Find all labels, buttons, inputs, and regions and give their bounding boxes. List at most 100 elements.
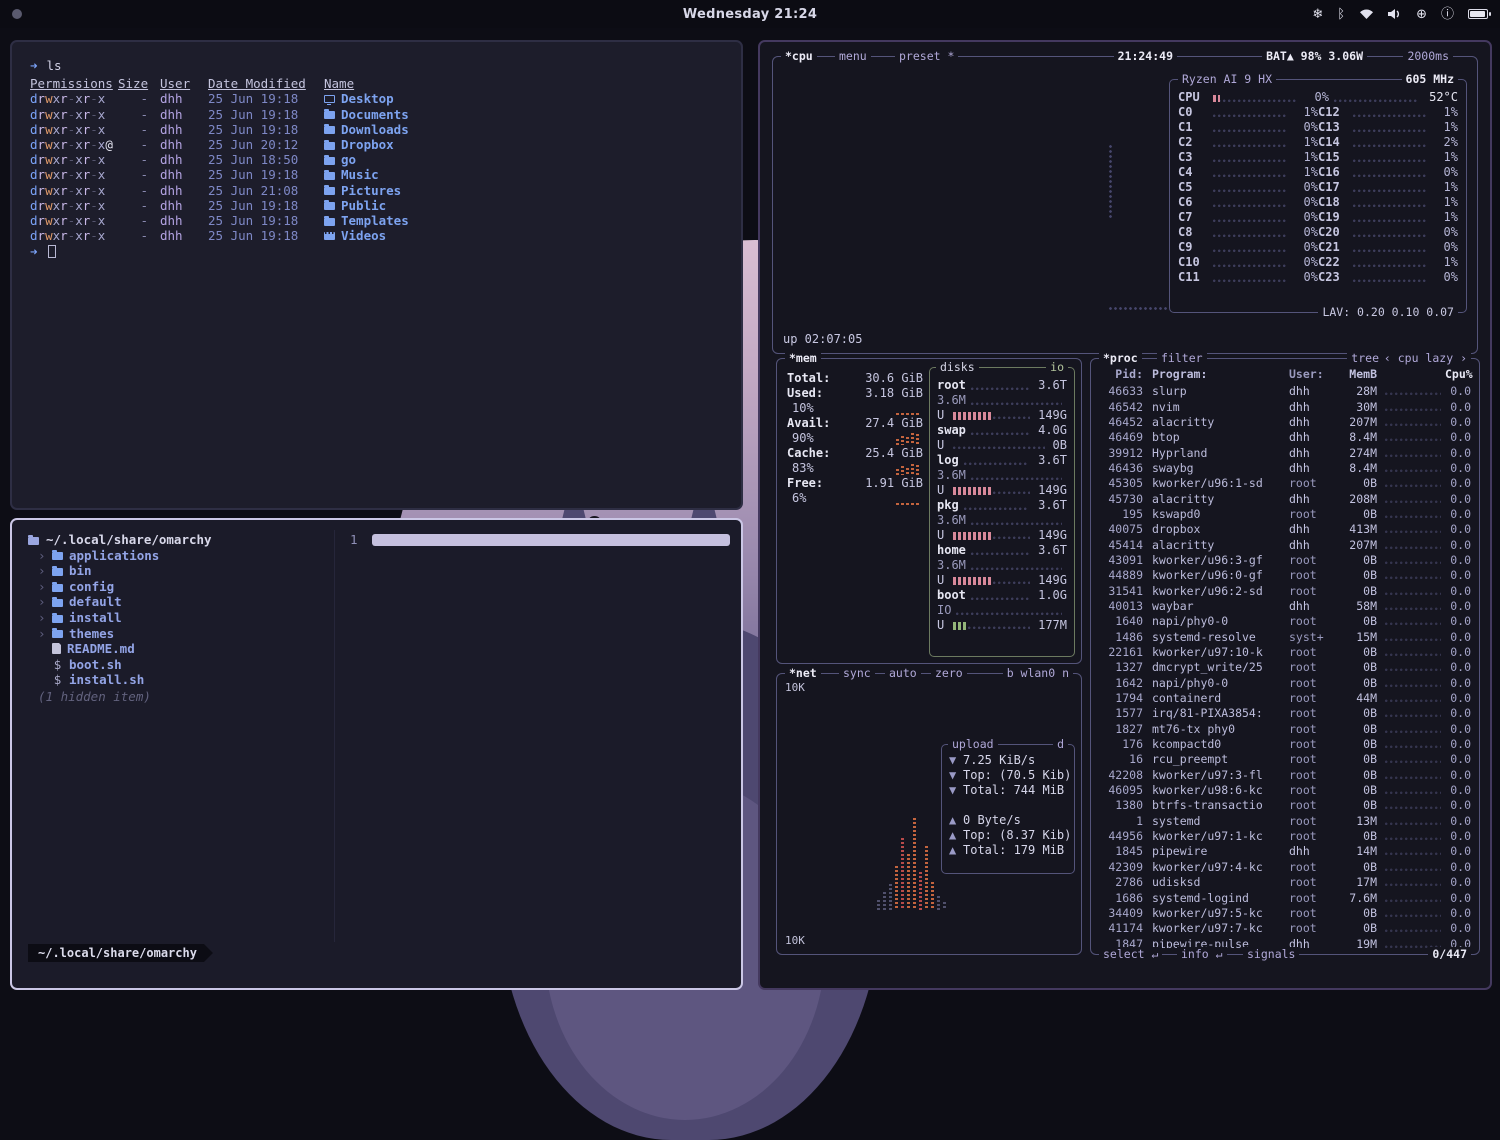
proc-row[interactable]: 46469btopdhh8.4M0.0 xyxy=(1099,430,1471,445)
proc-row[interactable]: 46542nvimdhh30M0.0 xyxy=(1099,399,1471,414)
tree-item-config[interactable]: ›config xyxy=(28,579,328,595)
proc-row[interactable]: 41174kworker/u97:7-kcroot0B0.0 xyxy=(1099,921,1471,936)
disk-io-row: IO xyxy=(937,603,1067,618)
mem-panel-title[interactable]: *mem xyxy=(785,351,821,366)
volume-icon[interactable] xyxy=(1388,8,1402,20)
net-sync-button[interactable]: sync xyxy=(839,666,875,681)
proc-header-mem[interactable]: MemB xyxy=(1335,367,1377,382)
net-panel-title[interactable]: *net xyxy=(785,666,821,681)
file-manager-window[interactable]: ~/.local/share/omarchy ›applications›bin… xyxy=(10,518,743,990)
proc-row[interactable]: 40013waybardhh58M0.0 xyxy=(1099,599,1471,614)
select-button[interactable]: select ↵ xyxy=(1099,947,1162,962)
btop-window[interactable]: *cpu menu preset * 21:24:49 BAT▲ 98% 3.0… xyxy=(758,40,1492,990)
proc-header-cpu[interactable]: Cpu% xyxy=(1445,367,1471,382)
globe-icon[interactable]: ⊕ xyxy=(1416,8,1427,21)
ls-header-user: User xyxy=(160,76,198,91)
info-button[interactable]: info ↵ xyxy=(1177,947,1227,962)
proc-header-pid[interactable]: Pid: xyxy=(1099,367,1143,382)
proc-row[interactable]: 195kswapd0root0B0.0 xyxy=(1099,507,1471,522)
tree-item-default[interactable]: ›default xyxy=(28,594,328,610)
proc-row[interactable]: 45305kworker/u96:1-sdroot0B0.0 xyxy=(1099,476,1471,491)
cpu-panel: *cpu menu preset * 21:24:49 BAT▲ 98% 3.0… xyxy=(772,56,1478,354)
tree-item-README.md[interactable]: README.md xyxy=(28,641,328,657)
proc-row[interactable]: 16rcu_preemptroot0B0.0 xyxy=(1099,752,1471,767)
proc-row[interactable]: 44956kworker/u97:1-kcroot0B0.0 xyxy=(1099,829,1471,844)
proc-row[interactable]: 46436swaybgdhh8.4M0.0 xyxy=(1099,461,1471,476)
tree-item-install[interactable]: ›install xyxy=(28,610,328,626)
proc-row[interactable]: 44889kworker/u96:0-gfroot0B0.0 xyxy=(1099,568,1471,583)
proc-row[interactable]: 1845pipewiredhh14M0.0 xyxy=(1099,844,1471,859)
proc-header-user[interactable]: User: xyxy=(1289,367,1335,382)
bluetooth-icon[interactable]: ᛒ xyxy=(1337,8,1345,21)
battery-icon[interactable] xyxy=(1468,9,1488,19)
cpu-core-list: C01%C121%C10%C131%C21%C142%C31%C151%C41%… xyxy=(1178,105,1458,285)
shell-prompt-icon: ➜ xyxy=(30,58,38,73)
tree-item-applications[interactable]: ›applications xyxy=(28,548,328,564)
proc-row[interactable]: 46633slurpdhh28M0.0 xyxy=(1099,384,1471,399)
proc-row[interactable]: 1systemdroot13M0.0 xyxy=(1099,814,1471,829)
info-icon[interactable]: ⓘ xyxy=(1441,8,1454,21)
proc-row[interactable]: 46095kworker/u98:6-kcroot0B0.0 xyxy=(1099,783,1471,798)
proc-row[interactable]: 40075dropboxdhh413M0.0 xyxy=(1099,522,1471,537)
mem-stat-meter: 90% xyxy=(787,431,923,446)
proc-row[interactable]: 31541kworker/u96:2-sdroot0B0.0 xyxy=(1099,583,1471,598)
proc-row[interactable]: 42309kworker/u97:4-kcroot0B0.0 xyxy=(1099,860,1471,875)
proc-row[interactable]: 43091kworker/u96:3-gfroot0B0.0 xyxy=(1099,553,1471,568)
proc-row[interactable]: 1642napi/phy0-0root0B0.0 xyxy=(1099,676,1471,691)
proc-row[interactable]: 1486systemd-resolvesyst+15M0.0 xyxy=(1099,630,1471,645)
tree-item-bin[interactable]: ›bin xyxy=(28,563,328,579)
disk-name-row: root3.6T xyxy=(937,378,1067,393)
disks-label[interactable]: disks xyxy=(936,360,979,375)
proc-row[interactable]: 1686systemd-logindroot7.6M0.0 xyxy=(1099,890,1471,905)
proc-row[interactable]: 46452alacrittydhh207M0.0 xyxy=(1099,415,1471,430)
proc-row[interactable]: 45414alacrittydhh207M0.0 xyxy=(1099,537,1471,552)
proc-panel-title[interactable]: *proc xyxy=(1099,351,1142,366)
proc-row[interactable]: 2786udisksdroot17M0.0 xyxy=(1099,875,1471,890)
sort-selector[interactable]: ‹ cpu lazy › xyxy=(1380,351,1471,366)
net-interface[interactable]: b wlan0 n xyxy=(1003,666,1073,681)
proc-row[interactable]: 34409kworker/u97:5-kcroot0B0.0 xyxy=(1099,906,1471,921)
ls-row: drwxr-xr-x-dhh25 Jun 21:08Pictures xyxy=(30,183,723,198)
snowflake-icon[interactable]: ❄ xyxy=(1312,8,1323,21)
net-zero-button[interactable]: zero xyxy=(931,666,967,681)
proc-row[interactable]: 176kcompactd0root0B0.0 xyxy=(1099,737,1471,752)
proc-row[interactable]: 1327dmcrypt_write/25root0B0.0 xyxy=(1099,660,1471,675)
io-label[interactable]: io xyxy=(1046,360,1068,375)
mem-stat: Total:30.6 GiB xyxy=(787,371,923,386)
filter-button[interactable]: filter xyxy=(1157,351,1207,366)
shell-prompt-icon: ➜ xyxy=(30,244,38,259)
tree-item-themes[interactable]: ›themes xyxy=(28,626,328,642)
status-tray: ❄ ᛒ ⊕ ⓘ xyxy=(1312,0,1488,28)
preset-button[interactable]: preset * xyxy=(895,49,958,64)
terminal-window-ls[interactable]: ➜ ls Permissions Size User Date Modified… xyxy=(10,40,743,510)
menu-button[interactable]: menu xyxy=(835,49,871,64)
proc-row[interactable]: 22161kworker/u97:10-kroot0B0.0 xyxy=(1099,645,1471,660)
proc-row[interactable]: 1640napi/phy0-0root0B0.0 xyxy=(1099,614,1471,629)
cpu-panel-title[interactable]: *cpu xyxy=(781,49,817,64)
tree-button[interactable]: tree xyxy=(1347,351,1383,366)
cpu-total-pct: 0% xyxy=(1303,90,1329,105)
text-cursor[interactable] xyxy=(48,245,56,258)
proc-row[interactable]: 45730alacrittydhh208M0.0 xyxy=(1099,491,1471,506)
markdown-file-icon xyxy=(52,643,61,654)
proc-row[interactable]: 42208kworker/u97:3-flroot0B0.0 xyxy=(1099,768,1471,783)
core-row: C50%C171% xyxy=(1178,180,1458,195)
mem-stat: Avail:27.4 GiB xyxy=(787,416,923,431)
preview-scrollbar[interactable] xyxy=(372,534,730,546)
cpu-graph-trace xyxy=(1109,145,1115,220)
proc-row[interactable]: 1827mt76-tx phy0root0B0.0 xyxy=(1099,722,1471,737)
current-directory[interactable]: ~/.local/share/omarchy xyxy=(28,532,328,548)
wifi-icon[interactable] xyxy=(1359,8,1374,20)
net-auto-button[interactable]: auto xyxy=(885,666,921,681)
proc-row[interactable]: 1794containerdroot44M0.0 xyxy=(1099,691,1471,706)
proc-row[interactable]: 1577irq/81-PIXA3854:root0B0.0 xyxy=(1099,706,1471,721)
proc-header-program[interactable]: Program: xyxy=(1143,367,1289,382)
proc-row[interactable]: 39912Hyprlanddhh274M0.0 xyxy=(1099,445,1471,460)
update-interval[interactable]: 2000ms xyxy=(1403,49,1453,64)
signals-button[interactable]: signals xyxy=(1243,947,1299,962)
tree-item-install.sh[interactable]: $install.sh xyxy=(28,672,328,688)
proc-row[interactable]: 1380btrfs-transactioroot0B0.0 xyxy=(1099,798,1471,813)
clock[interactable]: Wednesday 21:24 xyxy=(0,7,1500,22)
proc-header-row: Pid: Program: User: MemB Cpu% xyxy=(1099,367,1471,382)
tree-item-boot.sh[interactable]: $boot.sh xyxy=(28,657,328,673)
